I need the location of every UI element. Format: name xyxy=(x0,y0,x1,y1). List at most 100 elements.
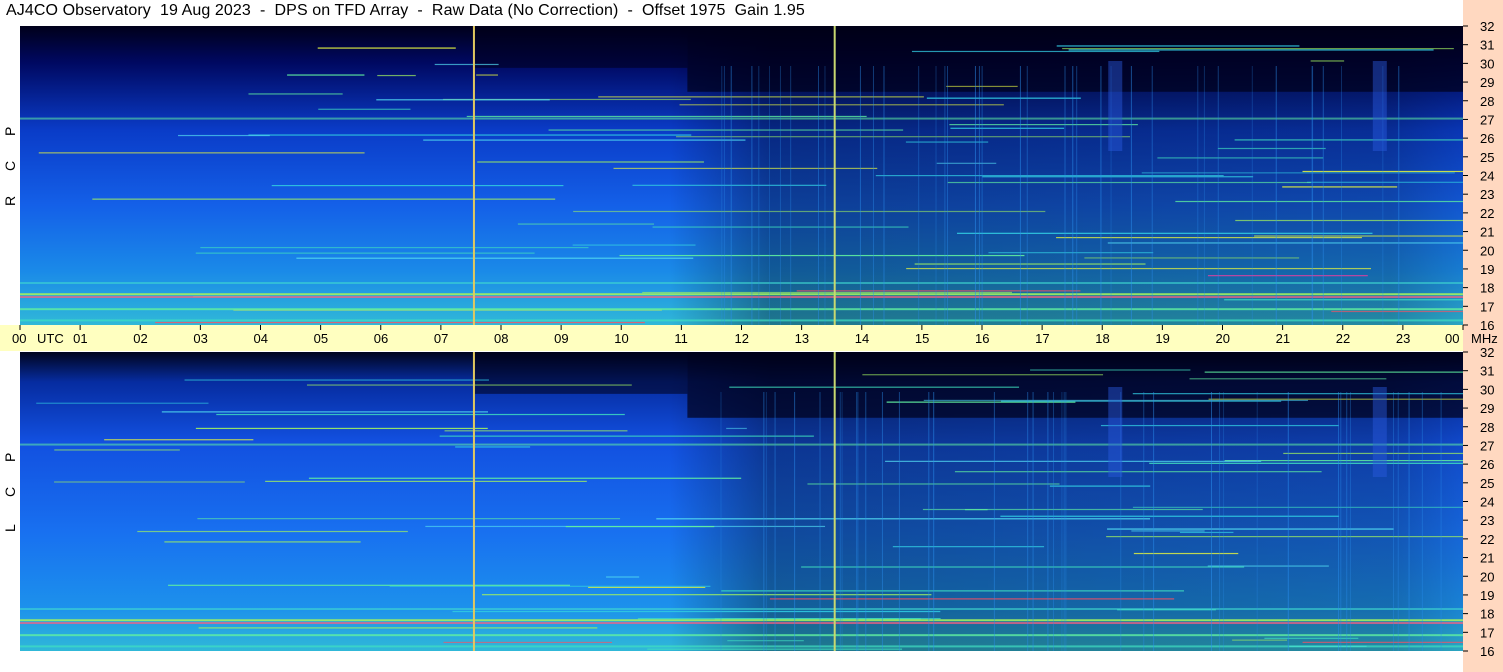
rcp-band xyxy=(477,161,704,163)
lcp-streak xyxy=(1047,392,1049,651)
rcp-panel xyxy=(20,26,1463,325)
rcp-band xyxy=(796,290,1081,292)
lcp-streak xyxy=(865,392,867,651)
y-tick-label: 23 xyxy=(1480,513,1494,528)
x-tick-label: 08 xyxy=(494,331,508,346)
lcp-burst xyxy=(1372,387,1387,477)
y-tick-label: 32 xyxy=(1480,19,1494,34)
y-tick-label: 31 xyxy=(1480,364,1494,379)
x-tick-label: 11 xyxy=(674,331,688,346)
rcp-streak xyxy=(758,66,760,325)
rcp-band xyxy=(988,252,1154,254)
lcp-band xyxy=(1133,552,1239,555)
rcp-dark-region xyxy=(687,26,1463,92)
lcp-streak xyxy=(763,392,765,651)
rcp-band xyxy=(1307,181,1463,183)
lcp-band xyxy=(885,460,1262,462)
lcp-streak xyxy=(1053,392,1055,651)
y-tick-label: 16 xyxy=(1480,644,1494,659)
rcp-streak xyxy=(872,66,874,325)
lcp-band xyxy=(1208,398,1463,400)
lcp-band xyxy=(1030,369,1191,371)
lcp-band xyxy=(1302,641,1463,643)
x-tick-label: 00 xyxy=(1445,331,1459,346)
lcp-streak xyxy=(1027,392,1029,651)
rcp-band xyxy=(982,176,1254,178)
rcp-band xyxy=(613,167,878,170)
x-tick-label: 03 xyxy=(193,331,207,346)
y-tick-label: 20 xyxy=(1480,569,1494,584)
y-tick-label: 27 xyxy=(1480,112,1494,127)
rcp-streak xyxy=(1151,66,1153,325)
lcp-streak xyxy=(765,392,767,651)
rcp-band xyxy=(178,134,270,137)
x-tick-label: 10 xyxy=(614,331,628,346)
rcp-band xyxy=(679,104,1004,106)
lcp-band xyxy=(164,541,361,543)
lcp-band xyxy=(265,480,587,482)
lcp-streak xyxy=(841,392,843,651)
lcp-streak xyxy=(898,392,900,651)
rcp-band xyxy=(287,74,365,76)
rcp-strong-band xyxy=(20,117,1463,120)
lcp-band xyxy=(481,594,932,596)
rcp-streak xyxy=(769,66,771,325)
rcp-strong-band xyxy=(20,308,1463,311)
rcp-strong-band xyxy=(20,296,1463,299)
rcp-band xyxy=(1084,257,1300,259)
rcp-band xyxy=(248,93,343,95)
lcp-band xyxy=(637,618,941,620)
rcp-streak xyxy=(1322,66,1324,325)
y-tick-label: 25 xyxy=(1480,150,1494,165)
rcp-streak xyxy=(1197,66,1199,325)
lcp-band xyxy=(443,641,613,644)
rcp-streak xyxy=(824,66,826,325)
rcp-band xyxy=(377,74,416,77)
lcp-streak xyxy=(1223,392,1225,651)
x-tick-label: 17 xyxy=(1035,331,1049,346)
rcp-band xyxy=(476,74,498,76)
y-axis-unit-label: MHz xyxy=(1471,331,1498,346)
rcp-streak xyxy=(1312,66,1314,325)
lcp-band xyxy=(161,411,488,413)
lcp-strong-band xyxy=(20,634,1463,637)
rcp-streak xyxy=(918,66,920,325)
rcp-band xyxy=(271,184,564,187)
y-tick-label: 20 xyxy=(1480,243,1494,258)
lcp-streak xyxy=(1143,392,1145,651)
lcp-band xyxy=(656,518,1151,520)
x-tick-label: 22 xyxy=(1336,331,1350,346)
rcp-band xyxy=(466,115,867,118)
rcp-streak xyxy=(1251,66,1253,325)
y-tick-label: 24 xyxy=(1480,495,1494,510)
x-tick-label: 05 xyxy=(314,331,328,346)
y-tick-label: 22 xyxy=(1480,206,1494,221)
rcp-band xyxy=(1107,242,1463,244)
y-tick-label: 28 xyxy=(1480,94,1494,109)
lcp-streak xyxy=(993,392,995,651)
lcp-streak xyxy=(1219,392,1221,651)
lcp-streak xyxy=(1287,392,1289,651)
x-tick-label: 18 xyxy=(1095,331,1109,346)
rcp-streak xyxy=(779,66,781,325)
polarization-letter: C xyxy=(2,487,18,497)
rcp-band xyxy=(598,96,924,98)
rcp-streak xyxy=(1072,66,1074,325)
rcp-band xyxy=(632,184,827,186)
lcp-strong-band xyxy=(20,619,1463,622)
x-tick-label: 19 xyxy=(1155,331,1169,346)
lcp-streak xyxy=(1153,392,1155,651)
rcp-streak xyxy=(859,66,861,325)
rcp-band xyxy=(548,129,904,131)
rcp-strong-band xyxy=(20,282,1463,285)
y-tick-label: 26 xyxy=(1480,457,1494,472)
lcp-band xyxy=(801,566,1245,568)
lcp-streak xyxy=(1397,392,1399,651)
x-tick-label: 09 xyxy=(554,331,568,346)
rcp-streak xyxy=(981,66,983,325)
y-tick-label: 29 xyxy=(1480,401,1494,416)
rcp-band xyxy=(1157,157,1324,159)
x-axis-unit-label: UTC xyxy=(37,331,64,346)
lcp-band xyxy=(104,439,254,441)
y-tick-label: 32 xyxy=(1480,345,1494,360)
